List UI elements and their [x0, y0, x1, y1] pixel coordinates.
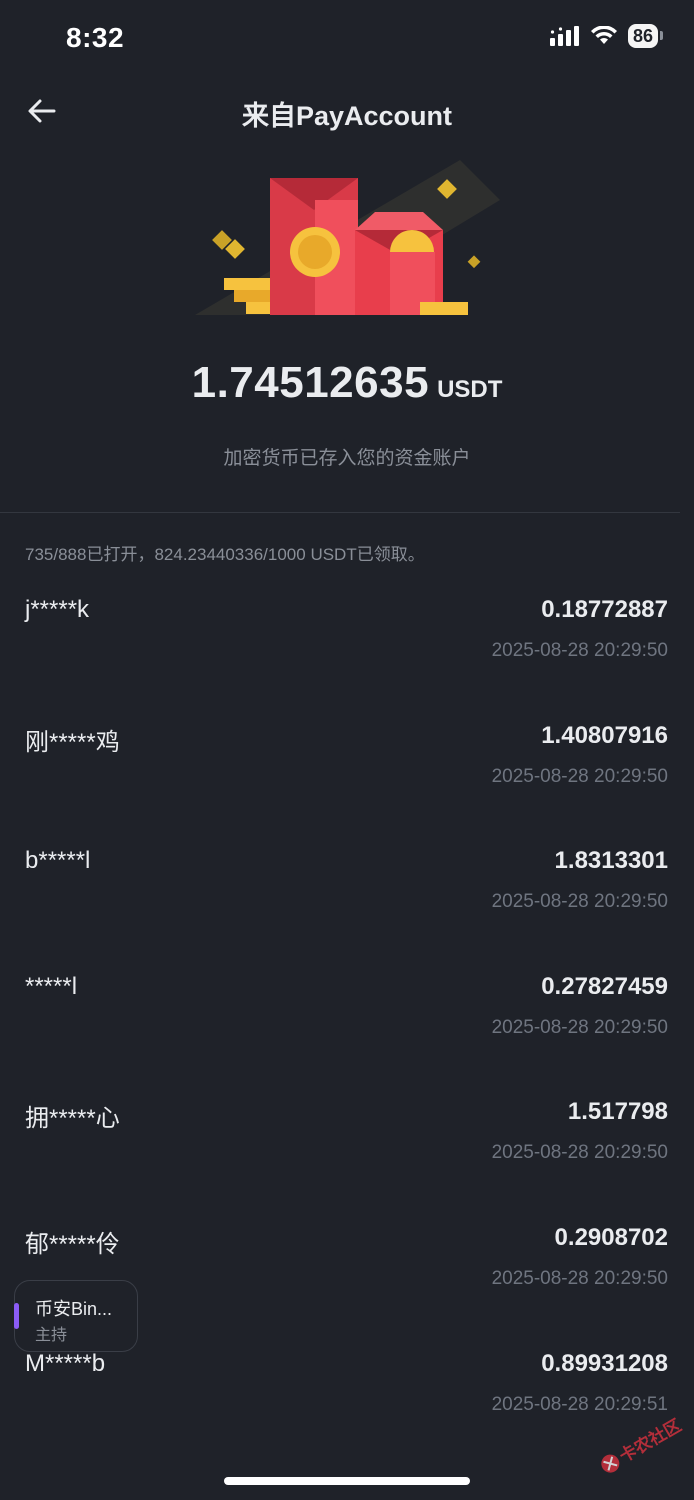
claim-amount: 0.89931208 [541, 1349, 668, 1377]
status-time: 8:32 [66, 22, 125, 53]
host-name: 币安Bin... [35, 1299, 113, 1319]
claim-amount: 1.8313301 [554, 847, 668, 875]
list-item: j*****k 0.18772887 2025-08-28 20:29:50 [0, 590, 694, 716]
wifi-icon [590, 26, 617, 44]
claim-time: 2025-08-28 20:29:50 [491, 1142, 668, 1164]
watermark-text: 卡农社区 [616, 1415, 685, 1467]
status-bar: 8:32 86 [0, 0, 694, 76]
watermark-logo: 卡农社区 [601, 1415, 685, 1473]
page-title: 来自PayAccount [241, 101, 453, 131]
claimer-name: M*****b [25, 1349, 106, 1377]
claimer-name: j*****k [25, 596, 90, 623]
battery-indicator: 86 [627, 24, 664, 48]
home-indicator[interactable] [224, 1477, 470, 1485]
divider [0, 512, 680, 513]
deposit-note: 加密货币已存入您的资金账户 [223, 448, 471, 469]
claim-amount: 0.2908702 [554, 1223, 668, 1251]
claim-time: 2025-08-28 20:29:50 [491, 1267, 668, 1289]
list-item: 刚*****鸡 1.40807916 2025-08-28 20:29:50 [0, 716, 694, 842]
status-icons: 86 [549, 24, 664, 48]
claimer-name: 郁*****伶 [25, 1230, 120, 1258]
claimer-name: *****l [25, 972, 78, 1000]
host-accent-bar [14, 1303, 19, 1329]
claimer-name: 拥*****心 [25, 1105, 120, 1133]
list-item: b*****l 1.8313301 2025-08-28 20:29:50 [0, 841, 694, 967]
red-envelope-illustration [195, 160, 500, 315]
nav-bar: 来自PayAccount [0, 80, 694, 142]
claim-time: 2025-08-28 20:29:50 [491, 891, 668, 913]
cellular-signal-icon [549, 26, 579, 46]
claim-amount: 1.40807916 [541, 721, 668, 749]
claim-amount: 1.517798 [567, 1098, 668, 1126]
claim-summary: 735/888已打开，824.23440336/1000 USDT已领取。 [25, 545, 425, 564]
claim-amount: 0.27827459 [541, 972, 668, 1000]
claim-amount: 0.18772887 [541, 596, 668, 623]
list-item: *****l 0.27827459 2025-08-28 20:29:50 [0, 967, 694, 1093]
amount-value: 1.74512635 [191, 358, 430, 407]
claimer-name: b*****l [25, 847, 91, 875]
list-item: 拥*****心 1.517798 2025-08-28 20:29:50 [0, 1092, 694, 1218]
amount-unit: USDT [437, 376, 503, 403]
host-chip[interactable]: 币安Bin... 主持 [14, 1280, 138, 1352]
received-amount: 1.74512635 USDT [0, 358, 694, 408]
claim-time: 2025-08-28 20:29:50 [491, 765, 668, 787]
claim-time: 2025-08-28 20:29:50 [491, 1016, 668, 1038]
claimer-name: 刚*****鸡 [25, 728, 120, 756]
host-role: 主持 [35, 1327, 68, 1344]
claim-time: 2025-08-28 20:29:50 [491, 640, 668, 661]
